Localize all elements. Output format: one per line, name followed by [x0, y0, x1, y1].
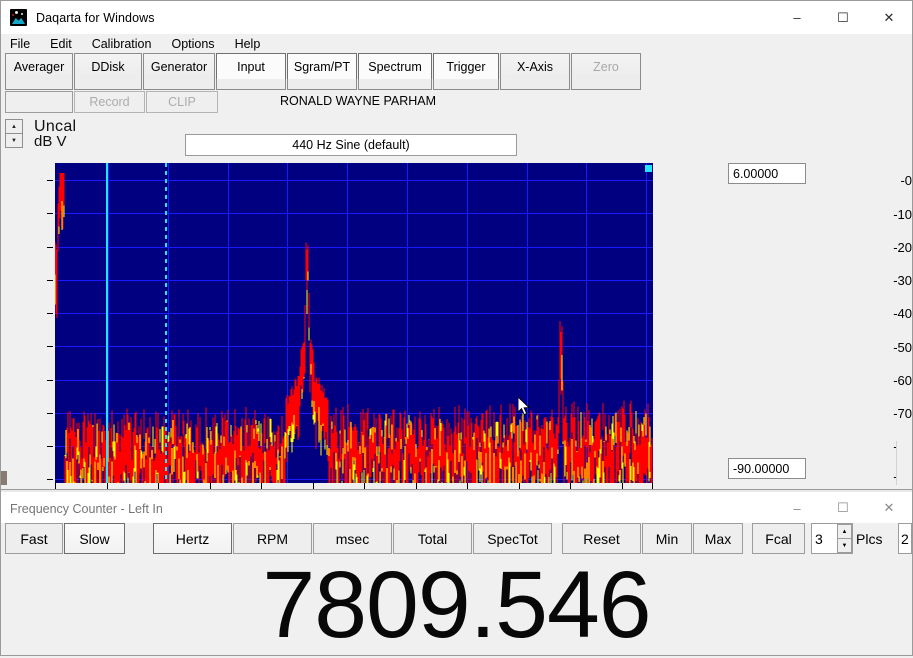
fc-button-reset[interactable]: Reset	[562, 523, 641, 554]
tab-ddisk[interactable]: DDisk	[74, 53, 142, 79]
plot-title-box[interactable]: 440 Hz Sine (default)	[185, 134, 517, 156]
blank-button[interactable]	[5, 91, 73, 113]
left-edge-strip	[1, 471, 7, 485]
clip-button: CLIP	[146, 91, 218, 113]
mouse-cursor-icon	[518, 397, 531, 417]
owner-name-label: RONALD WAYNE PARHAM	[280, 94, 436, 108]
menu-edit[interactable]: Edit	[50, 36, 83, 52]
fc-button-spectot[interactable]: SpecTot	[473, 523, 552, 554]
close-icon[interactable]: ✕	[866, 1, 912, 34]
fc-minimize-icon[interactable]: –	[774, 492, 820, 524]
scale-stepper-up-icon[interactable]: ▲	[5, 119, 23, 133]
frequency-counter-title: Frequency Counter - Left In	[10, 502, 163, 516]
tab-trigger[interactable]: Trigger	[433, 53, 499, 79]
app-root: Daqarta for Windows – ☐ ✕ File Edit Cali…	[0, 0, 913, 656]
tab-zero: Zero	[571, 53, 641, 79]
main-window: Daqarta for Windows – ☐ ✕ File Edit Cali…	[0, 0, 913, 492]
spectrum-plot[interactable]	[55, 163, 653, 483]
minimize-icon[interactable]: –	[774, 1, 820, 34]
tab-spectrum[interactable]: Spectrum	[358, 53, 432, 79]
y-tick-label-2: -20	[868, 240, 912, 255]
menu-file[interactable]: File	[10, 36, 41, 52]
window-controls: – ☐ ✕	[774, 1, 912, 34]
y-axis-units-label: Uncal dB V	[34, 119, 76, 149]
places-label: Plcs	[856, 531, 882, 547]
fc-button-msec[interactable]: msec	[313, 523, 392, 554]
places-stepper-up-icon[interactable]: ▲	[837, 524, 852, 538]
cursor-line-dashed[interactable]	[165, 163, 167, 483]
y-tick-label-3: -30	[868, 273, 912, 288]
window-title: Daqarta for Windows	[36, 11, 155, 25]
y-tick-label-4: -40	[868, 306, 912, 321]
frequency-counter-toolbar: Fast Slow Hertz RPM msec Total SpecTot R…	[1, 523, 912, 555]
places-stepper[interactable]: 3 ▲ ▼	[811, 523, 853, 554]
menu-help[interactable]: Help	[235, 36, 272, 52]
fc-close-icon[interactable]: ✕	[866, 492, 912, 524]
fc-button-min[interactable]: Min	[642, 523, 692, 554]
fc-button-rpm[interactable]: RPM	[233, 523, 312, 554]
y-axis-units-line1: Uncal	[34, 119, 76, 134]
scale-stepper[interactable]: ▲ ▼	[5, 119, 23, 148]
fc-button-slow[interactable]: Slow	[64, 523, 125, 554]
places-stepper-down-icon[interactable]: ▼	[837, 538, 852, 553]
frequency-readout-panel: 7809.546	[1, 555, 912, 655]
frequency-counter-window-controls: – ☐ ✕	[774, 492, 912, 524]
fc-button-fcal[interactable]: Fcal	[752, 523, 805, 554]
scale-stepper-down-icon[interactable]: ▼	[5, 133, 23, 148]
fc-button-total[interactable]: Total	[393, 523, 472, 554]
y-tick-label-0: -0	[868, 173, 912, 188]
menu-options[interactable]: Options	[171, 36, 225, 52]
y-max-readout[interactable]: 6.00000	[728, 163, 806, 184]
corner-marker-icon	[645, 165, 652, 172]
edge-value-field[interactable]: 2	[898, 523, 912, 554]
tab-sgram-pt[interactable]: Sgram/PT	[287, 53, 357, 79]
y-tick-label-7: -70	[868, 406, 912, 421]
main-scrollbar[interactable]	[896, 441, 912, 485]
tab-underbar	[5, 79, 642, 90]
fc-button-hertz[interactable]: Hertz	[153, 523, 232, 554]
daqarta-logo-icon	[10, 9, 27, 26]
spectrum-trace	[55, 163, 653, 483]
places-value[interactable]: 3	[812, 531, 837, 547]
y-min-readout[interactable]: -90.00000	[728, 458, 806, 479]
tab-generator[interactable]: Generator	[143, 53, 215, 79]
fc-button-max[interactable]: Max	[693, 523, 743, 554]
y-axis-units-line2: dB V	[34, 134, 76, 149]
secondary-toolbar: Record CLIP	[5, 91, 219, 113]
tab-input[interactable]: Input	[216, 53, 286, 79]
y-tick-label-1: -10	[868, 207, 912, 222]
tab-x-axis[interactable]: X-Axis	[500, 53, 570, 79]
y-tick-label-6: -60	[868, 373, 912, 388]
maximize-icon[interactable]: ☐	[820, 1, 866, 34]
record-button: Record	[74, 91, 145, 113]
fc-maximize-icon[interactable]: ☐	[820, 492, 866, 524]
menu-calibration[interactable]: Calibration	[92, 36, 163, 52]
y-tick-label-5: -50	[868, 340, 912, 355]
cursor-line-solid[interactable]	[106, 163, 108, 483]
fc-button-fast[interactable]: Fast	[5, 523, 63, 554]
frequency-counter-window: Frequency Counter - Left In – ☐ ✕ Fast S…	[0, 489, 913, 656]
frequency-value: 7809.546	[262, 555, 650, 655]
menu-bar: File Edit Calibration Options Help	[1, 34, 912, 54]
tab-averager[interactable]: Averager	[5, 53, 73, 79]
title-bar: Daqarta for Windows – ☐ ✕	[1, 1, 912, 34]
